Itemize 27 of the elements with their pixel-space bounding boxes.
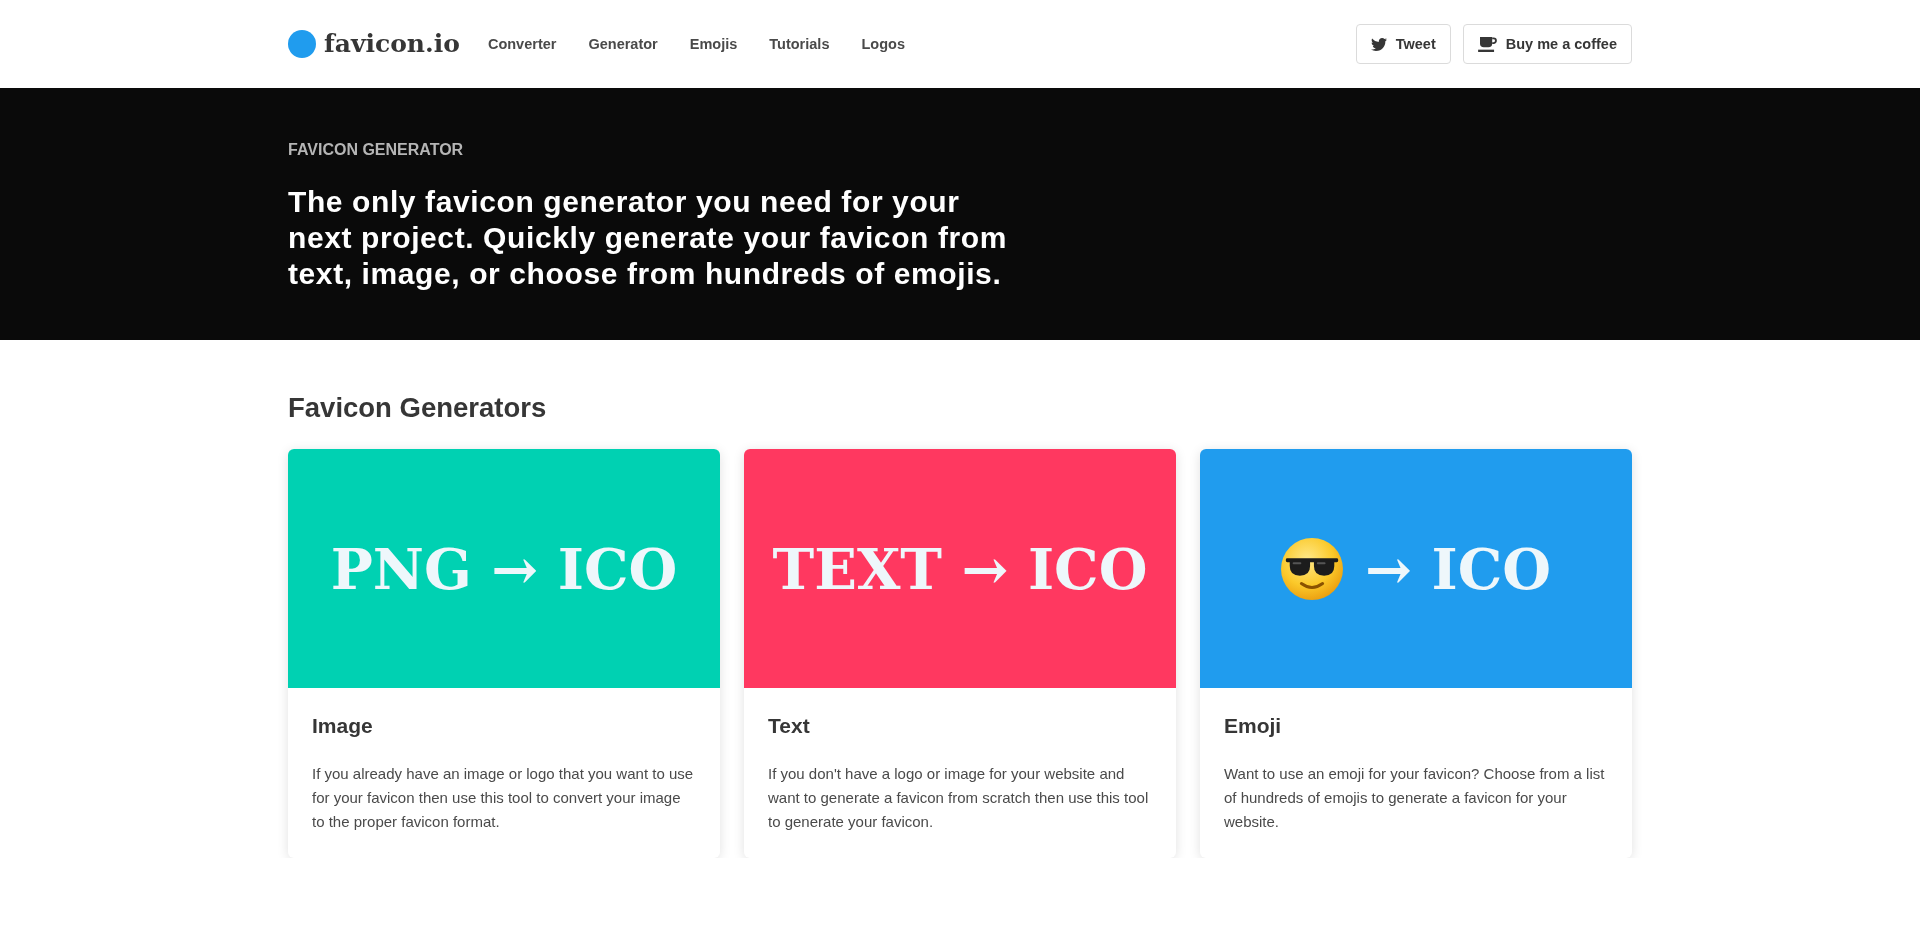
section-title: Favicon Generators xyxy=(288,391,548,425)
card-title: Emoji xyxy=(1224,713,1283,739)
banner-text: PNG → ICO xyxy=(330,534,678,604)
nav-link[interactable]: Converter xyxy=(471,34,573,54)
card-title: Image xyxy=(312,713,374,739)
coffee-button[interactable]: Buy me a coffee xyxy=(1462,24,1632,64)
banner-text: TEXT → ICO xyxy=(772,534,1148,604)
generator-card[interactable]: TEXT → ICO Text If you don't have a logo or image for your website and want to generate a favicon from scratch then use this tool to generate your favicon. xyxy=(744,449,1176,858)
banner-text: → ICO xyxy=(1365,534,1551,604)
logo-link[interactable]: favicon.io xyxy=(288,28,460,60)
card-description: If you don't have a logo or image for your website and want to generate a favicon from scratch then use this tool to generate your favicon. xyxy=(768,764,1150,832)
hero-eyebrow: FAVICON GENERATOR xyxy=(288,140,465,160)
tweet-button[interactable]: Tweet xyxy=(1355,24,1451,64)
logo-circle-icon xyxy=(288,30,316,58)
card-title: Text xyxy=(768,713,811,739)
card-description: If you already have an image or logo that you want to use for your favicon then use this tool to convert your image to the proper favicon format. xyxy=(312,764,695,832)
card-description: Want to use an emoji for your favicon? Choose from a list of hundreds of emojis to generate a favicon for your website. xyxy=(1224,764,1606,832)
nav-link[interactable]: Generator xyxy=(572,34,674,54)
sunglasses-face-icon xyxy=(1281,537,1343,600)
hero-headline: The only favicon generator you need for your next project. Quickly generate your favicon from text, image, or choose from hundreds of emojis. xyxy=(288,184,1008,292)
nav-link[interactable]: Emojis xyxy=(673,34,754,54)
nav-link[interactable]: Tutorials xyxy=(753,34,846,54)
generator-card[interactable]: PNG → ICO Image If you already have an image or logo that you want to use for your favicon then use this tool to convert your image to the proper favicon format. xyxy=(288,449,720,858)
generator-card[interactable]: → ICO Emoji Want to use an emoji for your favicon? Choose from a list of hundreds of emojis to generate a favicon for your website. xyxy=(1200,449,1632,858)
nav-link[interactable]: Logos xyxy=(845,34,921,54)
bird-icon xyxy=(1370,37,1387,51)
coffee-cup-icon xyxy=(1477,36,1497,52)
